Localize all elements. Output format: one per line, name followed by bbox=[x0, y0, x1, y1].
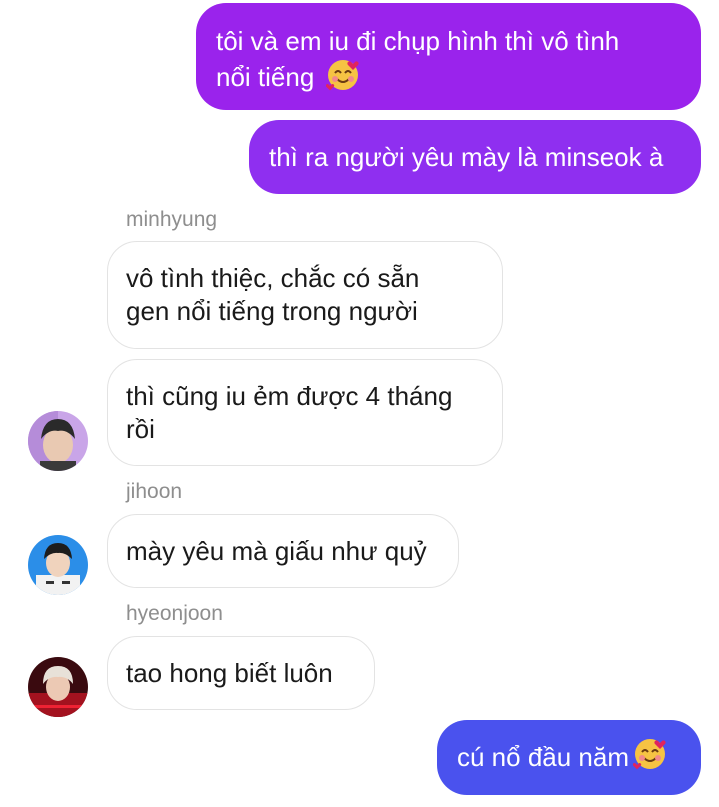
message-text: tao hong biết luôn bbox=[126, 657, 333, 688]
incoming-message[interactable]: vô tình thiệc, chắc có sẵn gen nổi tiếng… bbox=[107, 241, 503, 349]
incoming-message[interactable]: thì cũng iu ẻm được 4 tháng rồi bbox=[107, 359, 503, 466]
sender-name: hyeonjoon bbox=[126, 602, 223, 625]
avatar-minhyung[interactable] bbox=[28, 411, 88, 471]
message-text-line: gen nổi tiếng trong người bbox=[126, 296, 418, 326]
message-text-line: vô tình thiệc, chắc có sẵn bbox=[126, 263, 420, 293]
message-text-line: tôi và em iu đi chụp hình thì vô tình bbox=[216, 26, 620, 56]
outgoing-message-1[interactable]: tôi và em iu đi chụp hình thì vô tình nổ… bbox=[196, 3, 701, 110]
message-text-line: nổi tiếng bbox=[216, 58, 360, 100]
outgoing-message-2[interactable]: thì ra người yêu mày là minseok à bbox=[249, 120, 701, 194]
message-text: cú nổ đầu năm bbox=[457, 742, 630, 772]
avatar-jihoon[interactable] bbox=[28, 535, 88, 595]
message-text-line: rồi bbox=[126, 413, 155, 444]
smiling-face-with-hearts-icon bbox=[632, 737, 667, 779]
avatar-hyeonjoon[interactable] bbox=[28, 657, 88, 717]
message-text: thì ra người yêu mày là minseok à bbox=[269, 141, 664, 172]
smiling-face-with-hearts-icon bbox=[325, 58, 360, 100]
sender-name: jihoon bbox=[126, 480, 183, 503]
incoming-message[interactable]: mày yêu mà giấu như quỷ bbox=[107, 514, 459, 588]
incoming-message[interactable]: tao hong biết luôn bbox=[107, 636, 375, 710]
outgoing-message-3[interactable]: cú nổ đầu năm bbox=[437, 720, 701, 795]
sender-name: minhyung bbox=[126, 208, 218, 231]
message-text-line: thì cũng iu ẻm được 4 tháng bbox=[126, 380, 453, 411]
message-text: mày yêu mà giấu như quỷ bbox=[126, 535, 427, 566]
